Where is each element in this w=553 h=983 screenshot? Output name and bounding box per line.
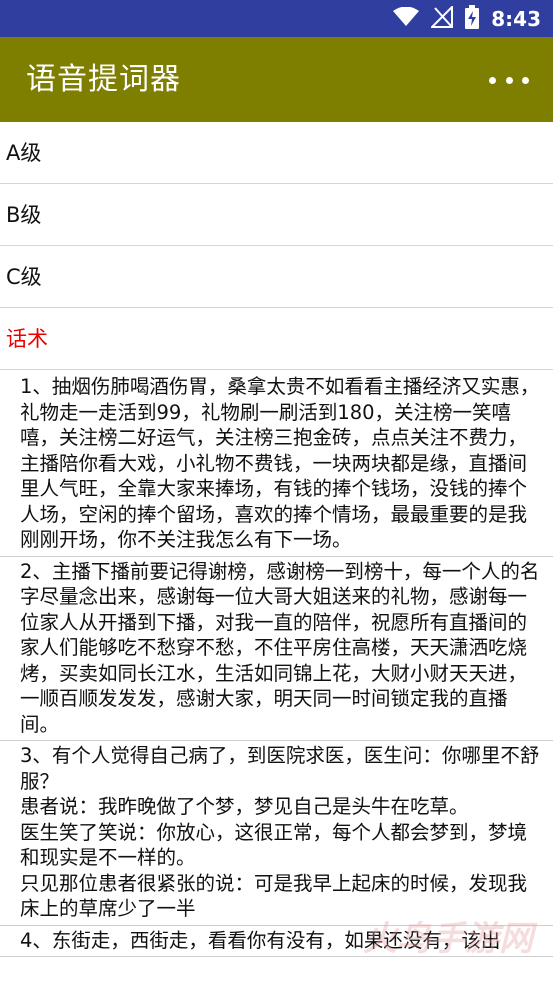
script-list: 1、抽烟伤肺喝酒伤胃，桑拿太贵不如看看主播经济又实惠，礼物走一走活到99，礼物刷… <box>0 372 553 957</box>
level-item-a[interactable]: A级 <box>0 122 553 184</box>
script-item-3[interactable]: 3、有个人觉得自己病了，到医院求医，医生问：你哪里不舒服？ 患者说：我昨晚做了个… <box>0 741 553 926</box>
status-time: 8:43 <box>491 6 541 31</box>
status-icons: 8:43 <box>393 0 541 37</box>
script-item-2[interactable]: 2、主播下播前要记得谢榜，感谢榜一到榜十，每一个人的名字尽量念出来，感谢每一位大… <box>0 557 553 741</box>
more-options-button[interactable] <box>489 65 529 95</box>
level-list: A级 B级 C级 话术 <box>0 122 553 370</box>
signal-no-sim-icon <box>429 4 454 32</box>
more-horizontal-icon <box>522 76 529 84</box>
level-item-c[interactable]: C级 <box>0 246 553 308</box>
script-item-1[interactable]: 1、抽烟伤肺喝酒伤胃，桑拿太贵不如看看主播经济又实惠，礼物走一走活到99，礼物刷… <box>0 372 553 557</box>
app-bar: 语音提词器 <box>0 37 553 122</box>
app-title: 语音提词器 <box>26 62 181 97</box>
watermark-logo: 火鸟手游网 <box>363 911 543 961</box>
wifi-icon <box>393 6 420 31</box>
level-item-scripts[interactable]: 话术 <box>0 308 553 370</box>
level-item-b[interactable]: B级 <box>0 184 553 246</box>
watermark-text: 火鸟手游网 <box>363 919 533 959</box>
status-bar: 8:43 <box>0 0 553 37</box>
battery-charging-icon <box>465 4 480 33</box>
more-horizontal-icon <box>505 76 513 84</box>
more-horizontal-icon <box>489 76 496 84</box>
